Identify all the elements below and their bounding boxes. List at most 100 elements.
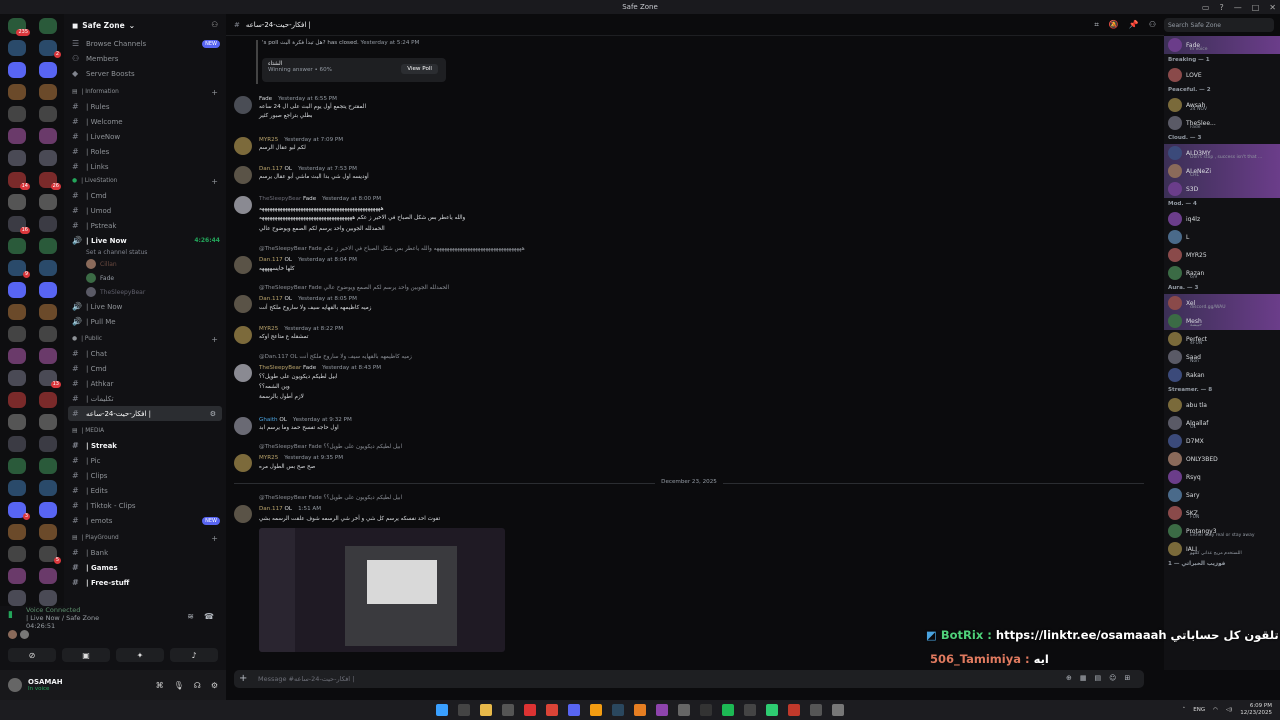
- server-icon[interactable]: [39, 524, 57, 540]
- mute-icon[interactable]: 🔕: [1109, 20, 1119, 30]
- app-icon[interactable]: [788, 704, 800, 716]
- settings-gear-icon[interactable]: ⚙: [210, 410, 216, 418]
- server-boosts-link[interactable]: ◆ Server Boosts: [64, 66, 226, 81]
- channel-roles[interactable]: # | Roles: [64, 144, 226, 159]
- channel-rules[interactable]: # | Rules: [64, 99, 226, 114]
- category-public[interactable]: ● | Public +: [64, 332, 226, 346]
- server-icon[interactable]: [8, 414, 26, 430]
- server-icon[interactable]: [8, 128, 26, 144]
- channel-arabic[interactable]: # | تكليمات: [64, 391, 226, 406]
- channel-pic[interactable]: # | Pic: [64, 453, 226, 468]
- channel-cmd-public[interactable]: # | Cmd: [64, 361, 226, 376]
- member-item[interactable]: Razan 6/9: [1164, 264, 1280, 282]
- server-icon[interactable]: [8, 370, 26, 386]
- member-item[interactable]: SKZ FUN: [1164, 504, 1280, 522]
- emoji-icon[interactable]: ☺: [1109, 674, 1116, 682]
- discord-icon[interactable]: [568, 704, 580, 716]
- member-item[interactable]: Rakan: [1164, 366, 1280, 384]
- search-input[interactable]: Search Safe Zone: [1164, 18, 1274, 32]
- member-item[interactable]: ALD3MY Don't stop , success isn't that ..…: [1164, 144, 1280, 162]
- member-item[interactable]: abu tla: [1164, 396, 1280, 414]
- category-information[interactable]: ▤ | Information +: [64, 85, 226, 99]
- gear-icon[interactable]: ⚙: [211, 681, 218, 690]
- member-item[interactable]: MYR25: [1164, 246, 1280, 264]
- members-link[interactable]: ⚇ Members: [64, 51, 226, 66]
- start-icon[interactable]: [436, 704, 448, 716]
- member-item[interactable]: Xel discord.gg/WAU: [1164, 294, 1280, 312]
- avatar[interactable]: [234, 364, 252, 382]
- author-name[interactable]: MYR25: [259, 326, 278, 332]
- channel-chat[interactable]: # | Chat: [64, 346, 226, 361]
- server-icon[interactable]: [39, 260, 57, 276]
- server-icon[interactable]: [39, 502, 57, 518]
- threads-icon[interactable]: ⌗: [1094, 20, 1099, 30]
- app-icon[interactable]: [634, 704, 646, 716]
- server-icon[interactable]: [8, 194, 26, 210]
- server-icon[interactable]: [39, 150, 57, 166]
- spotify-icon[interactable]: [722, 704, 734, 716]
- member-item[interactable]: Protangy3 Either stay real or stay away: [1164, 522, 1280, 540]
- pin-icon[interactable]: 📌: [1129, 20, 1139, 30]
- noise-suppression-icon[interactable]: ≋: [187, 612, 194, 621]
- author-name[interactable]: MYR25: [259, 137, 278, 143]
- member-item[interactable]: Rsyq: [1164, 468, 1280, 486]
- app-icon[interactable]: [810, 704, 822, 716]
- volume-icon[interactable]: ◁): [1226, 707, 1232, 713]
- category-playground[interactable]: ▤ | PlayGround +: [64, 531, 226, 545]
- server-icon[interactable]: [8, 590, 26, 606]
- guild-header[interactable]: ◼ Safe Zone ⌄ ⚇: [64, 14, 226, 36]
- chrome-icon[interactable]: [546, 704, 558, 716]
- channel-edits[interactable]: # | Edits: [64, 483, 226, 498]
- steam-icon[interactable]: [612, 704, 624, 716]
- server-icon[interactable]: [8, 62, 26, 78]
- server-icon[interactable]: [8, 326, 26, 342]
- microphone-icon[interactable]: 🎙: [174, 681, 184, 690]
- server-icon[interactable]: [8, 524, 26, 540]
- member-item[interactable]: TheSlee... Fade: [1164, 114, 1280, 132]
- channel-athkar[interactable]: # | Athkar: [64, 376, 226, 391]
- sticker-icon[interactable]: ▤: [1095, 674, 1102, 682]
- obs-icon[interactable]: [832, 704, 844, 716]
- member-item[interactable]: D7MX: [1164, 432, 1280, 450]
- camera-off-icon[interactable]: ⊘: [8, 648, 56, 662]
- server-icon[interactable]: [8, 436, 26, 452]
- category-media[interactable]: ▤ | MEDIA: [64, 424, 226, 438]
- channel-bank[interactable]: # | Bank: [64, 545, 226, 560]
- member-list-icon[interactable]: ⚇: [1149, 20, 1156, 30]
- reply-preview[interactable]: @TheSleepyBear Fade ابيل لطيكم ديكويون ع…: [259, 495, 402, 501]
- author-name[interactable]: Dan.117: [259, 506, 283, 512]
- channel-streak[interactable]: # | Streak: [64, 438, 226, 453]
- server-icon[interactable]: 3: [8, 502, 30, 520]
- avatar[interactable]: [234, 137, 252, 155]
- server-icon[interactable]: [39, 106, 57, 122]
- activities-icon[interactable]: ✦: [116, 648, 164, 662]
- server-icon[interactable]: 13: [39, 370, 61, 388]
- server-icon[interactable]: [8, 458, 26, 474]
- channel-cmd[interactable]: # | Cmd: [64, 188, 226, 203]
- app-icon[interactable]: [524, 704, 536, 716]
- server-icon[interactable]: [8, 546, 26, 562]
- server-icon[interactable]: [39, 84, 57, 100]
- avatar[interactable]: [8, 678, 22, 692]
- avatar[interactable]: [234, 196, 252, 214]
- server-icon[interactable]: [39, 392, 57, 408]
- channel-welcome[interactable]: # | Welcome: [64, 114, 226, 129]
- server-icon[interactable]: 5: [39, 546, 61, 564]
- gamepad-icon[interactable]: ⌘: [156, 681, 164, 690]
- add-channel-icon[interactable]: +: [211, 88, 218, 97]
- server-icon[interactable]: [39, 238, 57, 254]
- lang-indicator[interactable]: ENG: [1193, 707, 1205, 713]
- avatar[interactable]: [234, 256, 252, 274]
- member-item[interactable]: Sary: [1164, 486, 1280, 504]
- server-icon[interactable]: [39, 282, 57, 298]
- avatar[interactable]: [234, 505, 252, 523]
- browse-channels[interactable]: ☰ Browse Channels NEW: [64, 36, 226, 51]
- task-view-icon[interactable]: [502, 704, 514, 716]
- server-icon[interactable]: [8, 282, 26, 298]
- server-icon[interactable]: 14: [8, 172, 30, 190]
- channel-pstreak[interactable]: # | Pstreak: [64, 218, 226, 233]
- server-icon[interactable]: [8, 40, 26, 56]
- server-icon[interactable]: [39, 348, 57, 364]
- disconnect-icon[interactable]: ☎: [204, 612, 214, 621]
- channel-free-stuff[interactable]: # | Free-stuff: [64, 575, 226, 590]
